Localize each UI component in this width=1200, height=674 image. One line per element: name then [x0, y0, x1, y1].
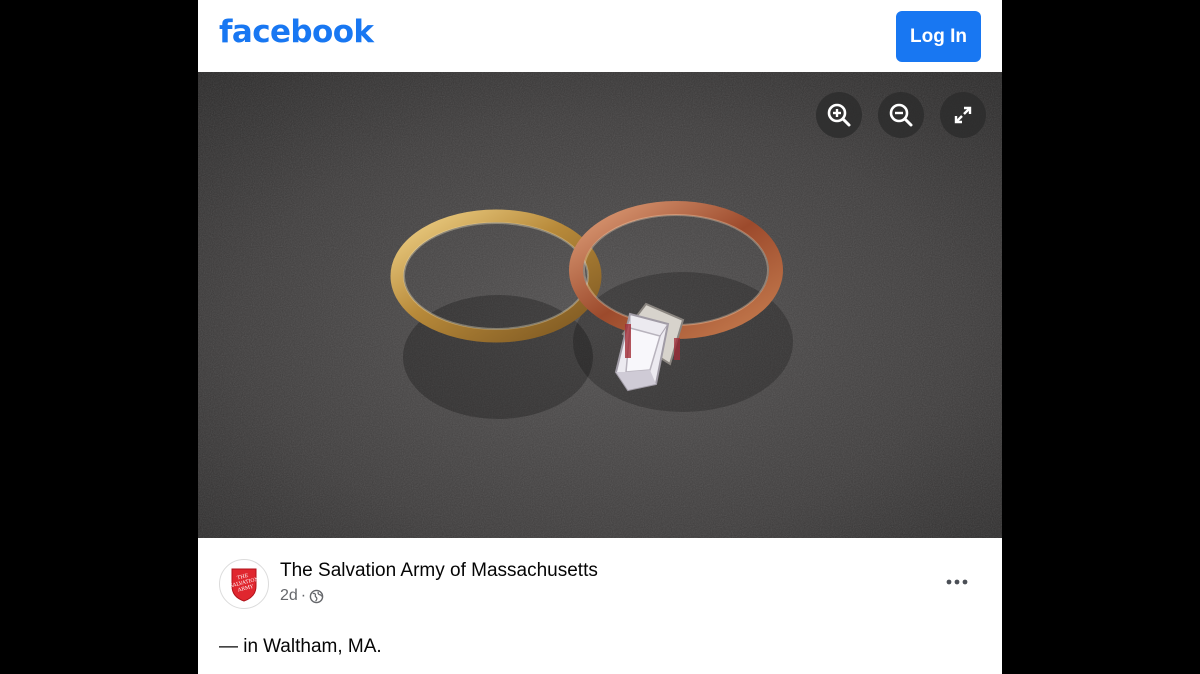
post-caption: — in Waltham, MA.	[219, 636, 382, 658]
post-meta: 2d ·	[280, 587, 324, 605]
avatar[interactable]: THE SALVATION ARMY	[219, 559, 269, 609]
more-horizontal-icon	[946, 579, 968, 585]
facebook-embed: facebook Log In THE SALVATION ARMY The S…	[198, 0, 1002, 674]
meta-separator: ·	[300, 587, 307, 604]
zoom-out-icon	[889, 103, 913, 127]
page-name-link[interactable]: The Salvation Army of Massachusetts	[280, 560, 598, 582]
expand-button[interactable]	[940, 92, 986, 138]
post-details: THE SALVATION ARMY The Salvation Army of…	[198, 538, 1002, 674]
caption-prefix: — in	[219, 636, 259, 657]
post-photo[interactable]	[198, 72, 1002, 538]
more-options-button[interactable]	[942, 569, 972, 595]
zoom-out-button[interactable]	[878, 92, 924, 138]
location-link[interactable]: Waltham, MA.	[263, 636, 382, 658]
log-in-button[interactable]: Log In	[896, 11, 981, 62]
salvation-army-shield-icon: THE SALVATION ARMY	[229, 568, 260, 602]
rings-photo-image	[198, 72, 1002, 538]
expand-icon	[954, 106, 972, 124]
facebook-logo[interactable]: facebook	[219, 14, 374, 50]
zoom-in-icon	[827, 103, 851, 127]
globe-icon	[309, 589, 324, 603]
zoom-in-button[interactable]	[816, 92, 862, 138]
header: facebook Log In	[198, 0, 1002, 72]
post-time-link[interactable]: 2d	[280, 587, 298, 605]
